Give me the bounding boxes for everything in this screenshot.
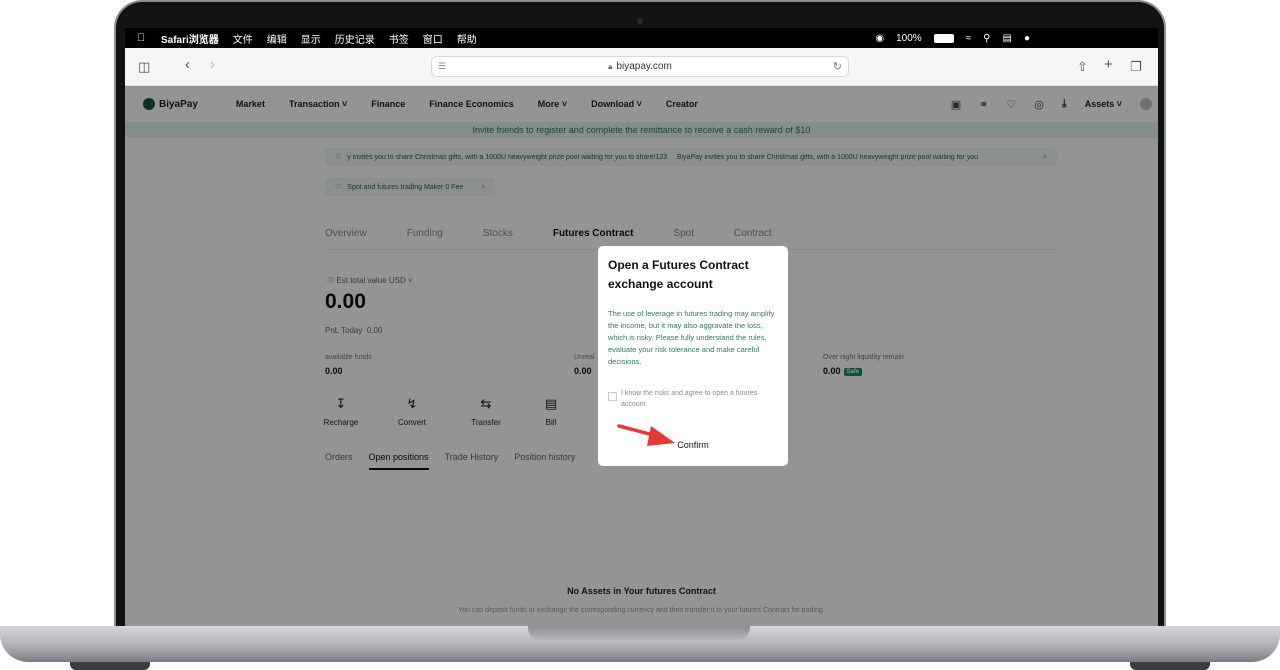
back-icon[interactable]: ‹ — [185, 56, 190, 73]
control-center-icon[interactable]: ▤ — [1003, 33, 1012, 44]
laptop-foot-right — [1130, 662, 1210, 670]
camera-dot — [637, 18, 643, 24]
siri-icon[interactable]: ● — [1024, 33, 1030, 44]
user-circle-icon[interactable]: ◉ — [875, 33, 884, 44]
screen:  Safari浏览器 文件 编辑 显示 历史记录 书签 窗口 帮助 ◉ 100… — [125, 28, 1158, 626]
menu-bookmarks[interactable]: 书签 — [389, 31, 409, 46]
modal-description: The use of leverage in futures trading m… — [608, 309, 775, 366]
menu-edit[interactable]: 编辑 — [267, 31, 287, 46]
safari-toolbar: ◫ ‹ › ☰ 🔒︎ biyapay.com ↻ ⇧ + ❐ — [125, 48, 1158, 86]
agree-checkbox[interactable] — [608, 392, 617, 401]
share-icon[interactable]: ⇧ — [1077, 59, 1088, 75]
menu-view[interactable]: 显示 — [301, 31, 321, 46]
menubar-status: ◉ 100% ≈ ⚲ ▤ ● — [875, 33, 1158, 44]
annotation-arrow-icon — [617, 424, 675, 446]
agree-row: I know the risks and agree to open a fut… — [608, 388, 778, 410]
search-icon[interactable]: ⚲ — [983, 33, 990, 44]
menu-window[interactable]: 窗口 — [423, 31, 443, 46]
forward-icon[interactable]: › — [210, 56, 215, 73]
laptop-foot-left — [70, 662, 150, 670]
page-menu-icon[interactable]: ☰ — [438, 61, 446, 72]
battery-percent: 100% — [896, 32, 922, 44]
modal-title: Open a Futures Contract exchange account — [608, 258, 749, 291]
menu-help[interactable]: 帮助 — [457, 31, 477, 46]
address-bar[interactable]: ☰ 🔒︎ biyapay.com ↻ — [431, 56, 849, 77]
tab-overview-icon[interactable]: ❐ — [1130, 59, 1142, 75]
new-tab-icon[interactable]: + — [1104, 56, 1113, 73]
menu-file[interactable]: 文件 — [233, 31, 253, 46]
lock-icon: 🔒︎ — [608, 61, 613, 71]
sidebar-toggle-icon[interactable]: ◫ — [138, 59, 150, 75]
menu-history[interactable]: 历史记录 — [335, 31, 375, 46]
laptop-notch — [528, 626, 750, 640]
reload-icon[interactable]: ↻ — [833, 60, 842, 73]
url-text: biyapay.com — [616, 61, 672, 72]
apple-logo-icon[interactable]:  — [137, 32, 149, 44]
wifi-icon[interactable]: ≈ — [966, 33, 972, 44]
mac-menu-bar:  Safari浏览器 文件 编辑 显示 历史记录 书签 窗口 帮助 ◉ 100… — [125, 28, 1158, 48]
agree-text[interactable]: I know the risks and agree to open a fut… — [621, 388, 778, 410]
menu-safari[interactable]: Safari浏览器 — [161, 31, 219, 46]
battery-icon[interactable] — [933, 33, 954, 43]
